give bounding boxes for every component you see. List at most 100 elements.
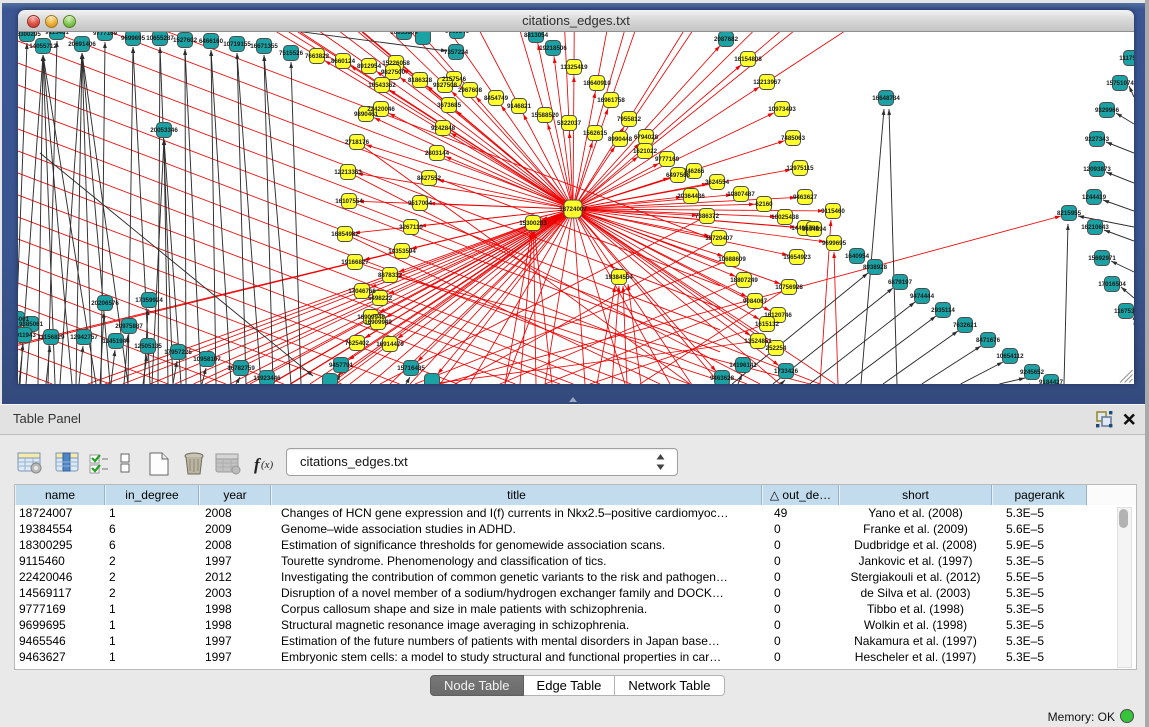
svg-text:8878332: 8878332 [378,272,403,279]
svg-text:11156829: 11156829 [38,334,65,341]
svg-text:7386372: 7386372 [695,213,720,220]
svg-text:11923446: 11923446 [253,375,281,382]
svg-text:9245652: 9245652 [1020,369,1045,376]
svg-text:7515526: 7515526 [279,50,304,57]
svg-text:5498222: 5498222 [368,295,393,302]
svg-text:16961758: 16961758 [597,97,625,104]
svg-text:8471676: 8471676 [976,337,1001,344]
svg-text:5322037: 5322037 [557,120,582,127]
svg-text:16107554: 16107554 [335,198,363,205]
svg-text:9327508: 9327508 [433,82,458,89]
svg-text:9242848: 9242848 [431,125,456,132]
svg-text:3267110: 3267110 [399,224,423,231]
svg-text:16914479: 16914479 [376,341,404,348]
svg-text:9517004: 9517004 [408,200,433,207]
svg-text:252254: 252254 [766,345,787,352]
svg-text:2803144: 2803144 [425,150,450,157]
svg-text:8912954: 8912954 [357,63,382,70]
svg-text:19218506: 19218506 [539,45,567,52]
svg-text:16854982: 16854982 [331,231,359,238]
svg-text:(x): (x) [261,459,274,471]
svg-text:9184427: 9184427 [1039,379,1064,384]
svg-text:7485063: 7485063 [781,135,806,142]
svg-text:9465546: 9465546 [445,32,470,35]
svg-text:9115461: 9115461 [45,32,69,36]
svg-text:16154808: 16154808 [734,56,762,63]
svg-text:17016504: 17016504 [1098,281,1126,288]
svg-text:1733426: 1733426 [774,368,799,375]
svg-text:13524851: 13524851 [744,338,772,345]
svg-text:18724007: 18724007 [559,206,587,213]
svg-text:1527602: 1527602 [173,37,198,44]
svg-text:9463627: 9463627 [793,194,818,201]
svg-text:1167531: 1167531 [1114,308,1134,315]
svg-text:15226058: 15226058 [382,60,410,67]
svg-text:15300203: 15300203 [519,220,547,227]
svg-text:6466160: 6466160 [199,38,224,45]
svg-text:9385061: 9385061 [19,321,44,328]
svg-text:18640910: 18640910 [583,80,611,87]
svg-text:10807487: 10807487 [727,191,755,198]
svg-text:19166827: 19166827 [341,259,369,266]
svg-text:16033809: 16033809 [390,32,418,36]
svg-text:10688609: 10688609 [718,256,746,263]
svg-text:7955812: 7955812 [617,116,642,123]
svg-text:1640954: 1640954 [845,253,870,260]
svg-text:9227343: 9227343 [1085,136,1110,143]
svg-text:2087682: 2087682 [714,36,739,43]
svg-text:9694894: 9694894 [802,226,827,233]
svg-text:17359924: 17359924 [135,297,163,304]
svg-text:19384554: 19384554 [605,274,633,281]
svg-text:3911943: 3911943 [18,332,36,339]
svg-text:7357224: 7357224 [444,49,469,56]
svg-text:9457791: 9457791 [329,362,354,369]
svg-text:16671355: 16671355 [250,43,278,50]
svg-text:8990448: 8990448 [608,136,633,143]
svg-text:7663822: 7663822 [305,53,330,60]
svg-text:9699695: 9699695 [121,35,146,42]
svg-text:9474444: 9474444 [910,293,935,300]
svg-text:3624554: 3624554 [705,179,730,186]
svg-text:62160: 62160 [755,201,773,208]
svg-text:7625402: 7625402 [345,340,370,347]
svg-text:12942757: 12942757 [70,334,98,341]
svg-text:9146821: 9146821 [507,103,532,110]
svg-text:10654112: 10654112 [996,353,1024,360]
svg-text:2935114: 2935114 [931,307,955,314]
svg-text:9699695: 9699695 [822,240,847,247]
svg-text:18300295: 18300295 [18,32,41,38]
svg-text:6497568: 6497568 [666,172,691,179]
svg-text:8427552: 8427552 [417,175,442,182]
svg-text:12213967: 12213967 [753,79,781,86]
svg-text:16120746: 16120746 [764,312,792,319]
svg-text:1562615: 1562615 [583,130,608,137]
svg-text:14353594: 14353594 [388,248,416,255]
svg-text:8215955: 8215955 [1057,210,1082,217]
svg-text:16210643: 16210643 [1081,224,1109,231]
svg-text:9890461: 9890461 [354,111,379,118]
svg-text:9777169: 9777169 [655,156,680,163]
svg-text:1244419: 1244419 [1082,194,1107,201]
svg-text:17046766: 17046766 [348,288,376,295]
svg-text:16648784: 16648784 [872,95,900,102]
svg-text:11325419: 11325419 [560,64,588,71]
svg-text:6794028: 6794028 [634,134,659,141]
svg-text:9329966: 9329966 [1095,107,1120,114]
svg-text:10655287: 10655287 [146,35,174,42]
svg-text:1615132: 1615132 [755,321,780,328]
svg-text:6879197: 6879197 [888,279,913,286]
svg-text:12505135: 12505135 [134,343,162,350]
svg-text:10958107: 10958107 [193,356,221,363]
svg-text:8186328: 8186328 [408,77,433,84]
svg-text:10543362: 10543362 [368,82,396,89]
svg-text:12975115: 12975115 [786,165,814,172]
svg-text:18807249: 18807249 [730,277,758,284]
svg-text:10973493: 10973493 [768,106,796,113]
svg-text:16782759: 16782759 [227,365,255,372]
svg-text:12213363: 12213363 [334,169,362,176]
svg-text:8938928: 8938928 [863,264,888,271]
svg-text:12093873: 12093873 [1083,166,1111,173]
svg-text:9827500: 9827500 [381,69,406,76]
svg-text:20053346: 20053346 [150,127,178,134]
svg-text:7632621: 7632621 [953,322,978,329]
